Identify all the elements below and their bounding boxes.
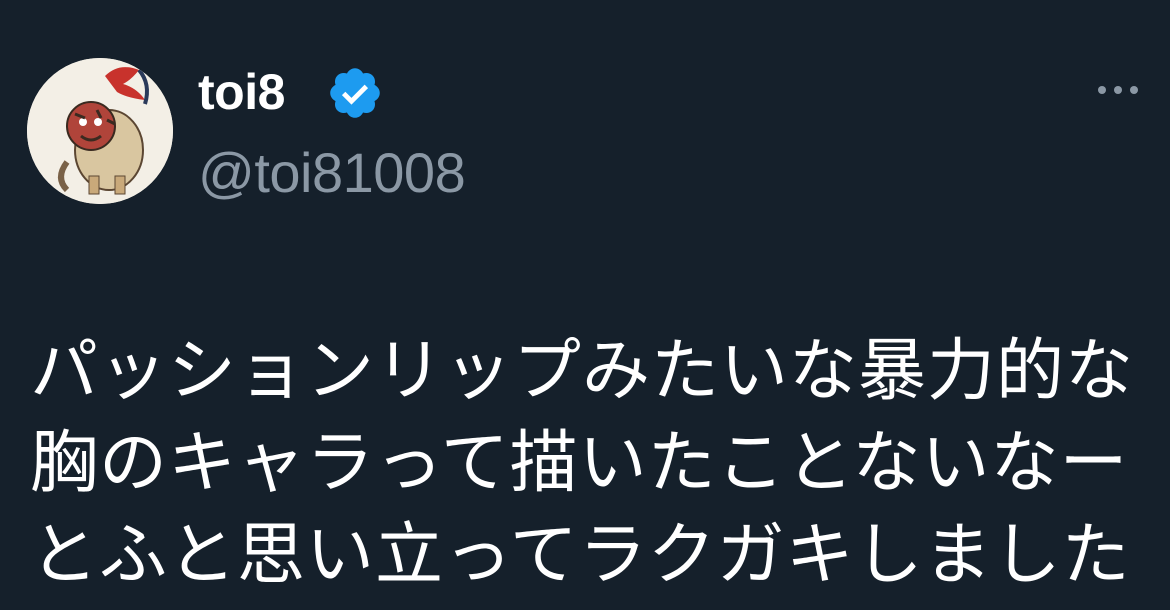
tweet-text-line: 胸のキャラって描いたことないなー [30, 424, 1129, 503]
avatar-illustration-icon [27, 58, 173, 204]
display-name[interactable]: toi8 [198, 62, 285, 122]
tweet-card: toi8 @toi81008 パッションリップみたいな暴力的な 胸のキャラって描… [0, 0, 1170, 610]
more-options-button[interactable] [1090, 72, 1146, 108]
tweet-text: パッションリップみたいな暴力的な 胸のキャラって描いたことないなー とふと思い立… [30, 326, 1150, 602]
user-handle[interactable]: @toi81008 [198, 140, 466, 206]
more-options-icon [1098, 86, 1138, 94]
verified-badge-icon[interactable] [326, 64, 384, 122]
tweet-text-line: パッションリップみたいな暴力的な [30, 332, 1135, 411]
tweet-text-line: とふと思い立ってラクガキしました [30, 516, 1131, 595]
avatar[interactable] [27, 58, 173, 204]
